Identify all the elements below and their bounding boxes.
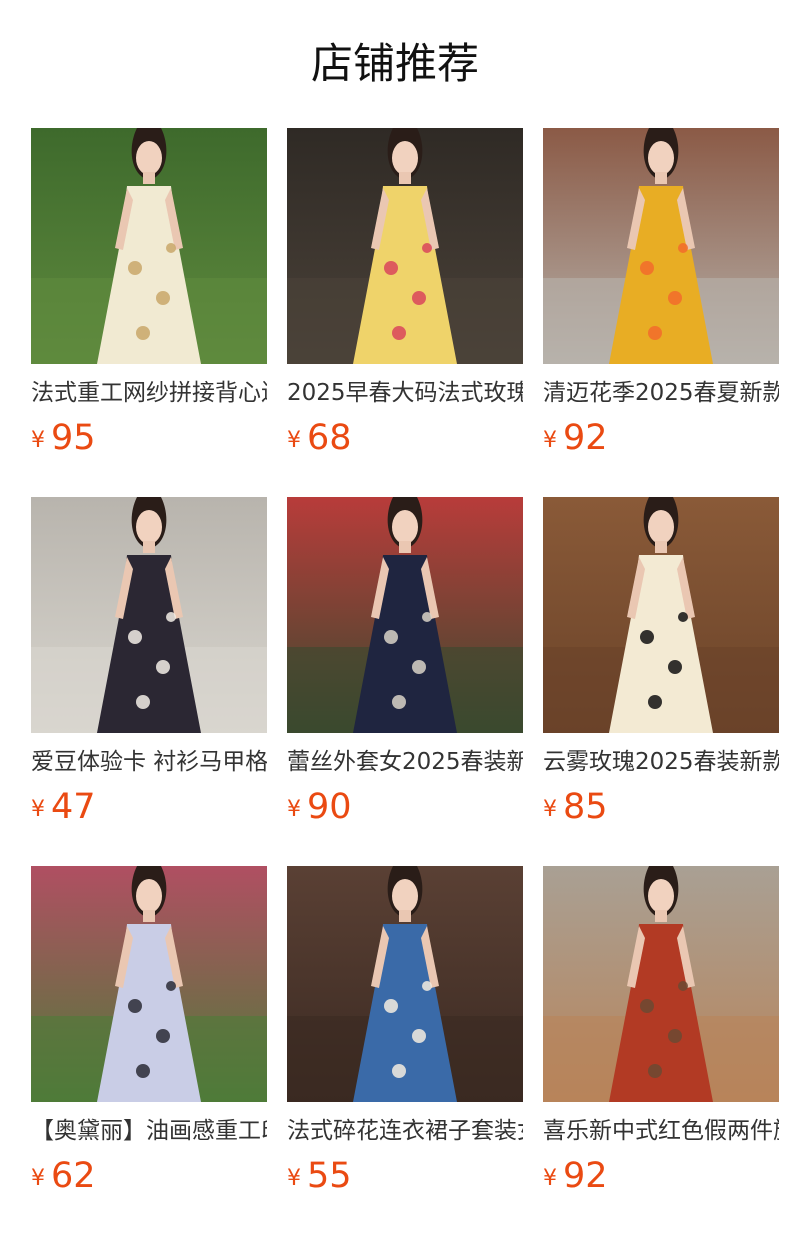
price-value: 92 [563,1156,608,1196]
currency-symbol: ¥ [31,1166,45,1191]
product-name[interactable]: 法式重工网纱拼接背心连衣裙 [31,378,267,408]
product-grid: 法式重工网纱拼接背心连衣裙 ¥95 2025早春大码法式玫瑰印花连衣裙 ¥68 … [31,128,781,1235]
product-image[interactable] [31,497,267,733]
price-value: 47 [51,787,96,827]
product-price: ¥92 [543,1154,608,1198]
product-card[interactable]: 清迈花季2025春夏新款黄色连衣裙 ¥92 [543,128,779,497]
product-price: ¥47 [31,785,96,829]
product-image[interactable] [543,128,779,364]
product-image[interactable] [31,128,267,364]
product-card[interactable]: 爱豆体验卡 衬衫马甲格子短裙套装 ¥47 [31,497,267,866]
product-image[interactable] [287,866,523,1102]
currency-symbol: ¥ [31,797,45,822]
product-card[interactable]: 喜乐新中式红色假两件旗袍连衣裙 ¥92 [543,866,779,1235]
currency-symbol: ¥ [31,428,45,453]
product-card[interactable]: 2025早春大码法式玫瑰印花连衣裙 ¥68 [287,128,523,497]
product-card[interactable]: 【奥黛丽】油画感重工印花吊带裙 ¥62 [31,866,267,1235]
currency-symbol: ¥ [287,797,301,822]
product-price: ¥92 [543,416,608,460]
product-price: ¥68 [287,416,352,460]
product-card[interactable]: 蕾丝外套女2025春装新款 ¥90 [287,497,523,866]
product-image[interactable] [287,497,523,733]
product-card[interactable]: 云雾玫瑰2025春装新款波点连衣裙 ¥85 [543,497,779,866]
price-value: 62 [51,1156,96,1196]
product-price: ¥62 [31,1154,96,1198]
product-image[interactable] [31,866,267,1102]
product-name[interactable]: 2025早春大码法式玫瑰印花连衣裙 [287,378,523,408]
product-name[interactable]: 蕾丝外套女2025春装新款 [287,747,523,777]
product-price: ¥85 [543,785,608,829]
price-value: 55 [307,1156,352,1196]
product-image[interactable] [543,497,779,733]
price-value: 90 [307,787,352,827]
product-image[interactable] [287,128,523,364]
product-name[interactable]: 法式碎花连衣裙子套装女春 [287,1116,523,1146]
price-value: 92 [563,418,608,458]
product-price: ¥90 [287,785,352,829]
price-value: 95 [51,418,96,458]
product-image[interactable] [543,866,779,1102]
product-name[interactable]: 云雾玫瑰2025春装新款波点连衣裙 [543,747,779,777]
product-price: ¥95 [31,416,96,460]
product-price: ¥55 [287,1154,352,1198]
product-name[interactable]: 喜乐新中式红色假两件旗袍连衣裙 [543,1116,779,1146]
currency-symbol: ¥ [287,1166,301,1191]
product-name[interactable]: 清迈花季2025春夏新款黄色连衣裙 [543,378,779,408]
price-value: 68 [307,418,352,458]
page-title: 店铺推荐 [310,39,479,88]
product-name[interactable]: 爱豆体验卡 衬衫马甲格子短裙套装 [31,747,267,777]
product-card[interactable]: 法式碎花连衣裙子套装女春 ¥55 [287,866,523,1235]
product-name[interactable]: 【奥黛丽】油画感重工印花吊带裙 [31,1116,267,1146]
product-card[interactable]: 法式重工网纱拼接背心连衣裙 ¥95 [31,128,267,497]
currency-symbol: ¥ [543,428,557,453]
currency-symbol: ¥ [543,1166,557,1191]
price-value: 85 [563,787,608,827]
currency-symbol: ¥ [287,428,301,453]
currency-symbol: ¥ [543,797,557,822]
